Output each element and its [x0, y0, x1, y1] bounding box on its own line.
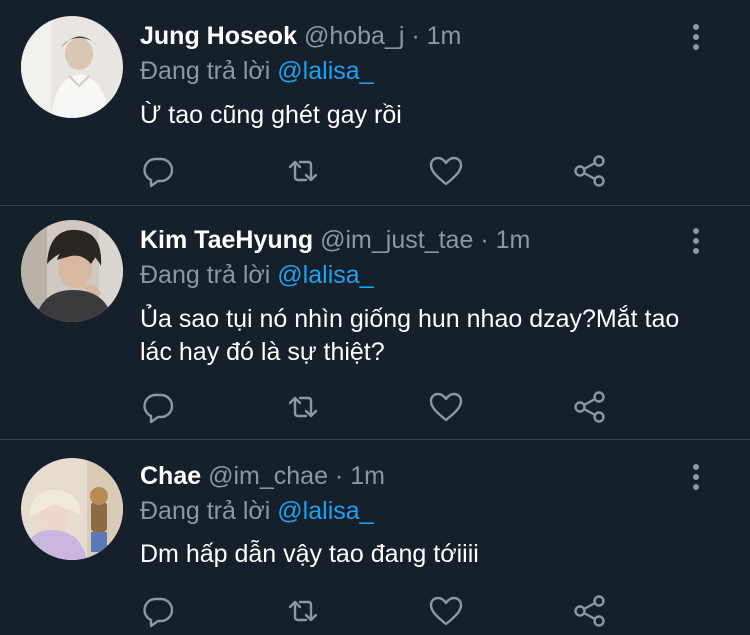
tweet-1[interactable]: Jung Hoseok @hoba_j · 1m Đang trả lời @l… — [0, 0, 750, 205]
like-icon[interactable] — [428, 389, 464, 425]
replying-to: Đang trả lời @lalisa_ — [140, 56, 374, 86]
more-options-icon[interactable] — [688, 226, 704, 256]
tweet-2[interactable]: Kim TaeHyung @im_just_tae · 1m Đang trả … — [0, 206, 750, 439]
replying-prefix: Đang trả lời — [140, 57, 271, 85]
reply-icon[interactable] — [140, 389, 176, 425]
mention-link[interactable]: @lalisa_ — [277, 57, 373, 85]
mention-link[interactable]: @lalisa_ — [277, 261, 373, 289]
tweet-header: Kim TaeHyung @im_just_tae · 1m — [140, 225, 530, 255]
timestamp[interactable]: 1m — [350, 462, 385, 490]
share-icon[interactable] — [572, 593, 608, 629]
more-options-icon[interactable] — [688, 462, 704, 492]
author-name[interactable]: Jung Hoseok — [140, 22, 297, 50]
share-icon[interactable] — [572, 153, 608, 189]
tweet-text: Dm hấp dẫn vậy tao đang tớiiii — [140, 540, 479, 568]
timestamp[interactable]: 1m — [496, 226, 531, 254]
replying-prefix: Đang trả lời — [140, 261, 271, 289]
tweet-header: Chae @im_chae · 1m — [140, 461, 385, 491]
share-icon[interactable] — [572, 389, 608, 425]
tweet-text: Ừ tao cũng ghét gay rồi — [140, 101, 402, 129]
separator: · — [411, 22, 420, 50]
reply-icon[interactable] — [140, 593, 176, 629]
reply-icon[interactable] — [140, 153, 176, 189]
separator: · — [480, 226, 489, 254]
replying-to: Đang trả lời @lalisa_ — [140, 496, 374, 526]
like-icon[interactable] — [428, 593, 464, 629]
retweet-icon[interactable] — [285, 593, 321, 629]
retweet-icon[interactable] — [285, 153, 321, 189]
author-name[interactable]: Chae — [140, 462, 201, 490]
avatar[interactable] — [21, 220, 123, 322]
avatar[interactable] — [21, 16, 123, 118]
tweet-actions — [140, 153, 610, 189]
timestamp[interactable]: 1m — [427, 22, 462, 50]
replying-to: Đang trả lời @lalisa_ — [140, 260, 374, 290]
tweet-text: Ủa sao tụi nó nhìn giống hun nhao dzay?M… — [140, 305, 680, 366]
tweet-header: Jung Hoseok @hoba_j · 1m — [140, 21, 461, 51]
mention-link[interactable]: @lalisa_ — [277, 497, 373, 525]
author-name[interactable]: Kim TaeHyung — [140, 226, 313, 254]
author-handle[interactable]: @im_just_tae — [320, 226, 473, 254]
retweet-icon[interactable] — [285, 389, 321, 425]
like-icon[interactable] — [428, 153, 464, 189]
author-handle[interactable]: @im_chae — [208, 462, 328, 490]
tweet-actions — [140, 389, 610, 425]
author-handle[interactable]: @hoba_j — [304, 22, 404, 50]
tweet-3[interactable]: Chae @im_chae · 1m Đang trả lời @lalisa_… — [0, 440, 750, 635]
separator: · — [334, 462, 344, 490]
avatar[interactable] — [21, 458, 123, 560]
more-options-icon[interactable] — [688, 22, 704, 52]
replying-prefix: Đang trả lời — [140, 497, 271, 525]
tweet-actions — [140, 593, 610, 629]
